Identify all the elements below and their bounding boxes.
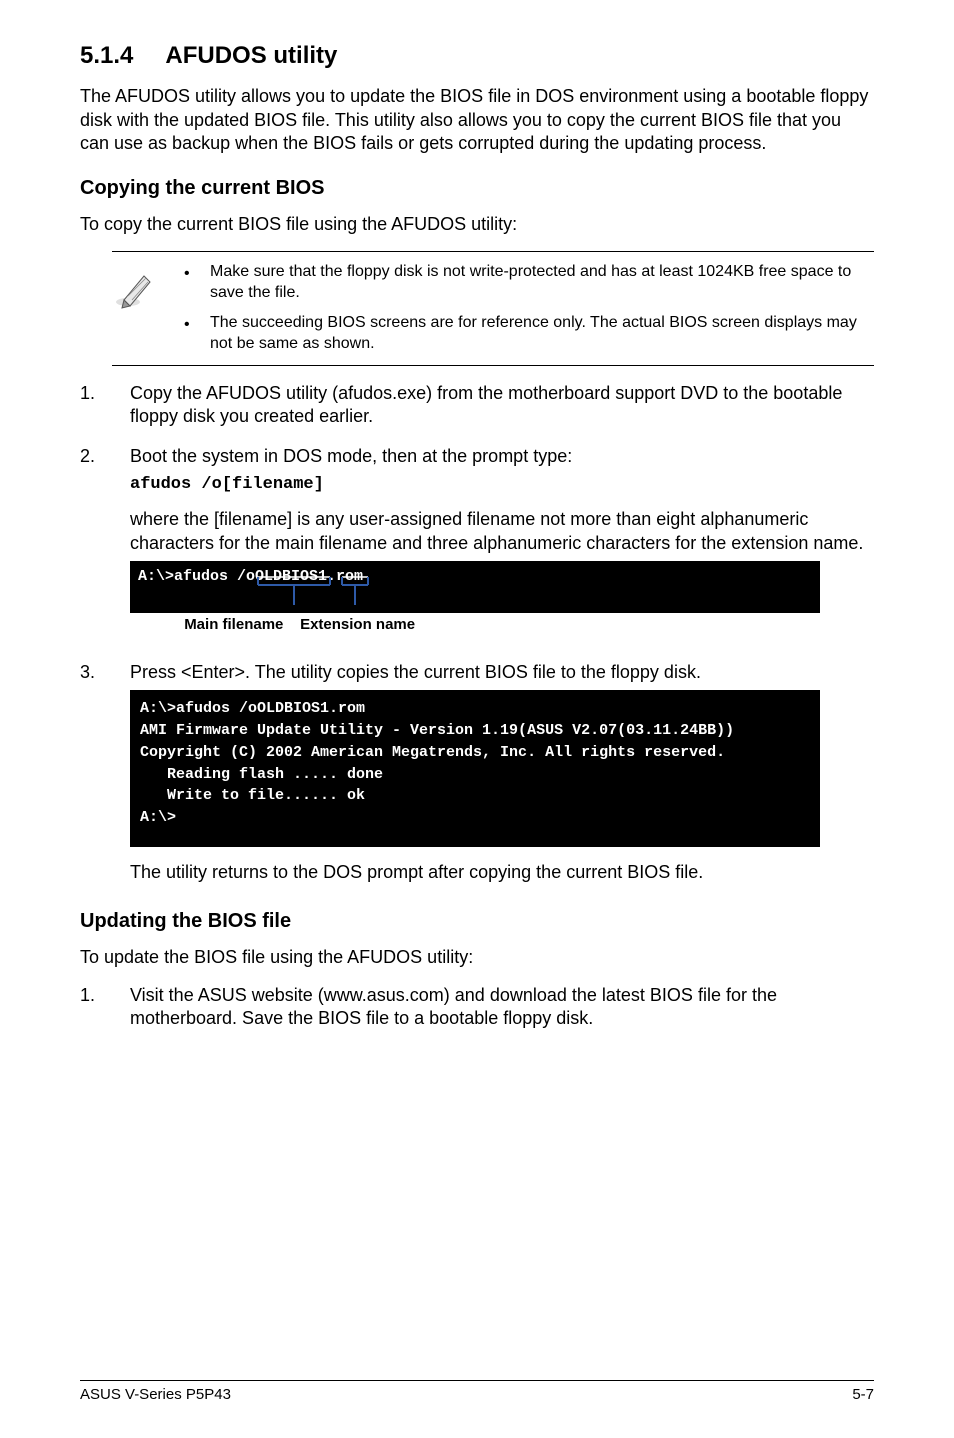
step-item: Copy the AFUDOS utility (afudos.exe) fro… <box>80 382 874 435</box>
terminal-line: A:\>afudos /oOLDBIOS1.rom <box>138 568 363 585</box>
note-text: The succeeding BIOS screens are for refe… <box>210 313 866 355</box>
step-text: Copy the AFUDOS utility (afudos.exe) fro… <box>130 382 874 429</box>
section-title: AFUDOS utility <box>165 42 337 69</box>
note-box: • Make sure that the floppy disk is not … <box>112 251 874 366</box>
intro-paragraph: The AFUDOS utility allows you to update … <box>80 85 874 155</box>
step-text: Boot the system in DOS mode, then at the… <box>130 445 874 468</box>
extension-name-label: Extension name <box>300 615 415 635</box>
note-item: • Make sure that the floppy disk is not … <box>184 262 866 304</box>
page-footer: ASUS V-Series P5P43 5-7 <box>80 1380 874 1405</box>
bullet-icon: • <box>184 262 190 304</box>
copying-heading: Copying the current BIOS <box>80 175 874 201</box>
updating-heading: Updating the BIOS file <box>80 908 874 934</box>
note-item: • The succeeding BIOS screens are for re… <box>184 313 866 355</box>
terminal-output: A:\>afudos /oOLDBIOS1.rom AMI Firmware U… <box>130 690 820 847</box>
code-line: afudos /o[filename] <box>130 474 874 496</box>
step-item: Press <Enter>. The utility copies the cu… <box>80 661 874 890</box>
step-item: Boot the system in DOS mode, then at the… <box>80 445 874 651</box>
updating-lead: To update the BIOS file using the AFUDOS… <box>80 946 874 969</box>
section-heading: 5.1.4 AFUDOS utility <box>80 40 874 71</box>
footer-right: 5-7 <box>852 1385 874 1405</box>
step-text: Press <Enter>. The utility copies the cu… <box>130 661 874 684</box>
step-item: Visit the ASUS website (www.asus.com) an… <box>80 984 874 1037</box>
main-filename-label: Main filename <box>184 615 283 635</box>
footer-left: ASUS V-Series P5P43 <box>80 1385 231 1405</box>
step-tail: The utility returns to the DOS prompt af… <box>130 861 874 884</box>
copying-lead: To copy the current BIOS file using the … <box>80 213 874 236</box>
note-text: Make sure that the floppy disk is not wr… <box>210 262 866 304</box>
section-number: 5.1.4 <box>80 40 133 71</box>
pencil-icon <box>112 262 160 310</box>
bullet-icon: • <box>184 313 190 355</box>
step-desc: where the [filename] is any user-assigne… <box>130 508 874 555</box>
step-text: Visit the ASUS website (www.asus.com) an… <box>130 984 874 1031</box>
terminal-output: A:\>afudos /oOLDBIOS1.rom <box>130 561 820 614</box>
annotation-labels: Main filename Extension name <box>130 615 874 635</box>
